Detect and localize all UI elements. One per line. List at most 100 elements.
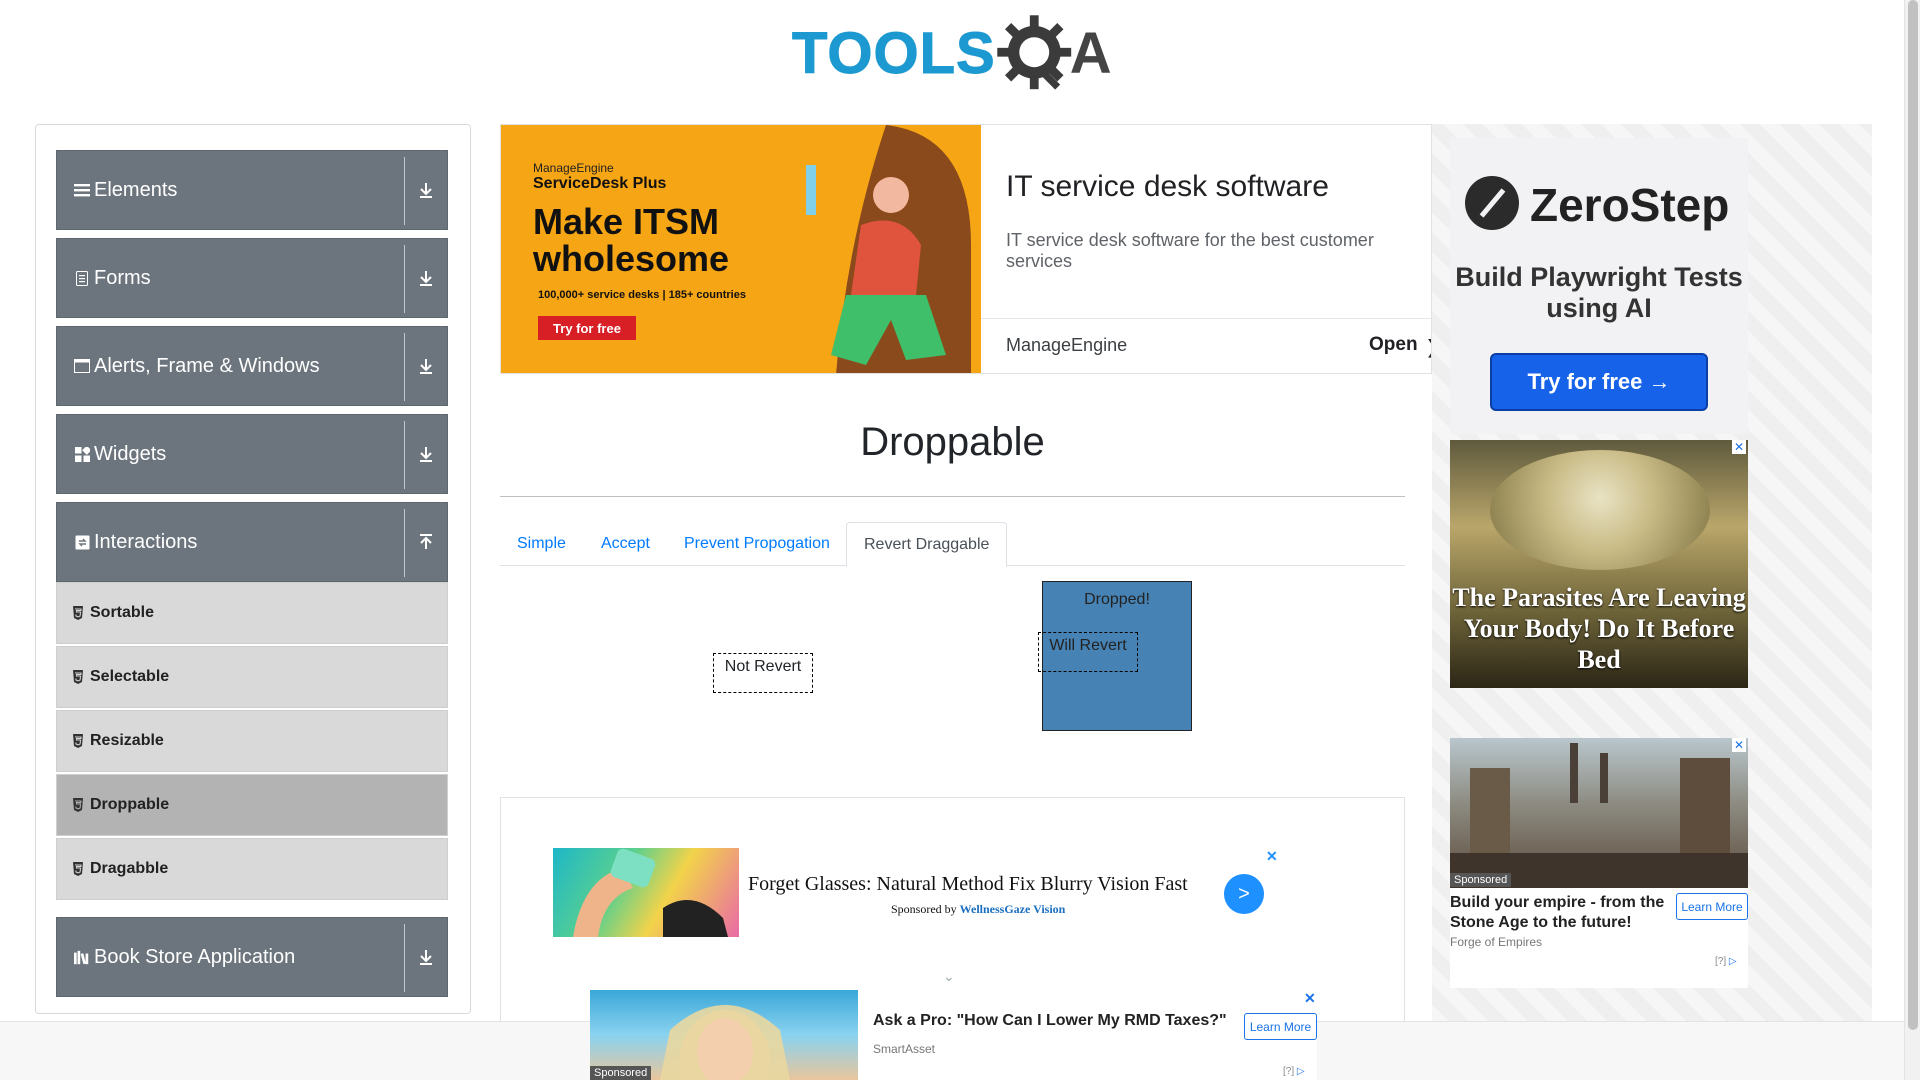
sidebar-group-book-store[interactable]: Book Store Application xyxy=(56,917,448,997)
bottom-sticky-ad[interactable]: Sponsored Ask a Pro: "How Can I Lower My… xyxy=(590,990,1317,1080)
sidebar-item-droppable[interactable]: Droppable xyxy=(56,774,448,836)
ad-product: ServiceDesk Plus xyxy=(533,175,667,192)
ad-text-panel: IT service desk software IT service desk… xyxy=(981,125,1431,373)
sidebar-group-widgets[interactable]: Widgets xyxy=(56,414,448,494)
sidebar-group-forms[interactable]: Forms xyxy=(56,238,448,318)
logo-tools-text: TOOLS xyxy=(792,21,996,86)
ad-brand-small: ManageEngine xyxy=(533,161,614,175)
close-icon[interactable]: ✕ xyxy=(1732,440,1746,454)
not-revert-draggable[interactable]: Not Revert xyxy=(713,653,813,693)
forge-of-empires-ad[interactable]: Sponsored ✕ Build your empire - from the… xyxy=(1450,738,1748,988)
sidebar-item-label: Sortable xyxy=(90,604,155,621)
sidebar-group-label: Elements xyxy=(94,178,178,201)
sidebar-item-label: Resizable xyxy=(90,732,164,749)
toolsqa-logo[interactable]: TOOLS A xyxy=(792,14,1117,94)
sticky-ad-advertiser: SmartAsset xyxy=(873,1042,936,1056)
native-ad-sponsor-link[interactable]: WellnessGaze Vision xyxy=(960,902,1066,916)
html5-icon xyxy=(73,670,83,684)
foe-advertiser: Forge of Empires xyxy=(1450,935,1543,949)
native-ad-sponsor: Sponsored by WellnessGaze Vision xyxy=(891,902,1066,916)
download-icon xyxy=(420,271,432,286)
top-banner-ad[interactable]: ManageEngine ServiceDesk Plus Make ITSM … xyxy=(500,124,1432,374)
tab-accept[interactable]: Accept xyxy=(584,522,667,566)
gear-icon xyxy=(997,15,1071,90)
native-ad-title: Forget Glasses: Natural Method Fix Blurr… xyxy=(748,873,1188,895)
ad-image xyxy=(1490,450,1710,570)
sidebar-group-alerts[interactable]: Alerts, Frame & Windows xyxy=(56,326,448,406)
widgets-icon xyxy=(74,446,90,462)
html5-icon xyxy=(73,606,83,620)
logo-a-text: A xyxy=(1069,21,1112,86)
sidebar-group-label: Widgets xyxy=(94,442,167,465)
html5-icon xyxy=(73,734,83,748)
html5-icon xyxy=(73,798,83,812)
sidebar-group-label: Forms xyxy=(94,266,151,289)
sidebar-item-dragabble[interactable]: Dragabble xyxy=(56,838,448,900)
sidebar-group-interactions[interactable]: Interactions xyxy=(56,502,448,582)
drop-target-label: Dropped! xyxy=(1084,591,1150,608)
sidebar-group-label: Alerts, Frame & Windows xyxy=(94,354,320,377)
ad-headline: Make ITSM wholesome xyxy=(533,201,730,279)
sidebar-group-label: Book Store Application xyxy=(94,945,296,968)
sidebar-item-label: Droppable xyxy=(90,796,170,813)
sticky-ad-learn-more-button[interactable]: Learn More xyxy=(1244,1013,1317,1040)
ad-open-button[interactable]: Open xyxy=(1369,334,1418,356)
ad-artwork: ManageEngine ServiceDesk Plus Make ITSM … xyxy=(501,125,981,373)
foe-headline: Build your empire - from the Stone Age t… xyxy=(1450,894,1665,931)
left-sidebar: Elements Forms Alerts, Frame & Windows W… xyxy=(35,124,471,1014)
sidebar-item-sortable[interactable]: Sortable xyxy=(56,582,448,644)
sidebar-item-label: Selectable xyxy=(90,668,170,685)
chevron-down-icon[interactable]: ⌄ xyxy=(943,968,955,985)
close-icon[interactable]: ✕ xyxy=(1304,990,1316,1007)
close-icon[interactable]: ✕ xyxy=(1266,848,1278,865)
html5-icon xyxy=(73,862,83,876)
zerostep-logo-icon xyxy=(1465,176,1519,230)
tab-prevent-propogation[interactable]: Prevent Propogation xyxy=(667,522,847,566)
foe-learn-more-button[interactable]: Learn More xyxy=(1676,893,1748,920)
zerostep-try-button[interactable]: Try for free → xyxy=(1490,353,1708,411)
hamburger-icon xyxy=(74,182,90,198)
droppable-tabs: Simple Accept Prevent Propogation Revert… xyxy=(500,522,1405,567)
page-title: Droppable xyxy=(860,420,1045,464)
sponsored-badge: Sponsored xyxy=(1450,873,1512,887)
sticky-ad-headline: Ask a Pro: "How Can I Lower My RMD Taxes… xyxy=(873,1012,1227,1029)
adchoices-icon[interactable]: [?] ▷ xyxy=(1715,956,1737,967)
zerostep-tagline: Build Playwright Tests using AI xyxy=(1455,262,1743,323)
upload-icon xyxy=(420,534,432,549)
ad-count: 100,000+ service desks | 185+ countries xyxy=(538,289,746,301)
download-icon xyxy=(420,359,432,374)
sidebar-item-label: Dragabble xyxy=(90,860,169,877)
vertical-scrollbar[interactable] xyxy=(1904,0,1920,1080)
sponsored-badge: Sponsored xyxy=(590,1066,652,1080)
ad-illustration xyxy=(806,125,971,373)
native-ad-thumbnail xyxy=(553,848,739,937)
adchoices-icon[interactable]: [?] ▷ xyxy=(1283,1066,1305,1077)
ad-description: IT service desk software for the best cu… xyxy=(1006,230,1374,271)
books-icon xyxy=(74,949,90,965)
window-icon xyxy=(74,358,90,374)
sidebar-item-selectable[interactable]: Selectable xyxy=(56,646,448,708)
parasites-ad[interactable]: The Parasites Are Leaving Your Body! Do … xyxy=(1450,440,1748,688)
will-revert-draggable[interactable]: Will Revert xyxy=(1038,632,1138,672)
parasites-ad-text: The Parasites Are Leaving Your Body! Do … xyxy=(1452,583,1746,674)
title-divider xyxy=(500,496,1405,497)
download-icon xyxy=(420,447,432,462)
ad-title: IT service desk software xyxy=(1006,170,1329,203)
ad-try-free-button[interactable]: Try for free xyxy=(538,316,636,340)
sidebar-item-resizable[interactable]: Resizable xyxy=(56,710,448,772)
sidebar-group-label: Interactions xyxy=(94,530,198,553)
download-icon xyxy=(420,950,432,965)
tab-simple[interactable]: Simple xyxy=(500,522,583,566)
zerostep-ad[interactable]: ZeroStep Build Playwright Tests using AI… xyxy=(1450,138,1748,434)
native-ad-go-button[interactable]: > xyxy=(1224,874,1264,914)
ad-image xyxy=(1450,738,1748,888)
sidebar-group-elements[interactable]: Elements xyxy=(56,150,448,230)
document-icon xyxy=(74,270,90,286)
tab-revert-draggable[interactable]: Revert Draggable xyxy=(846,522,1008,567)
download-icon xyxy=(420,183,432,198)
close-icon[interactable]: ✕ xyxy=(1732,738,1746,752)
interactions-icon xyxy=(74,534,90,550)
zerostep-brand: ZeroStep xyxy=(1530,179,1730,231)
scrollbar-thumb[interactable] xyxy=(1908,0,1918,1030)
ad-advertiser: ManageEngine xyxy=(1006,335,1128,355)
